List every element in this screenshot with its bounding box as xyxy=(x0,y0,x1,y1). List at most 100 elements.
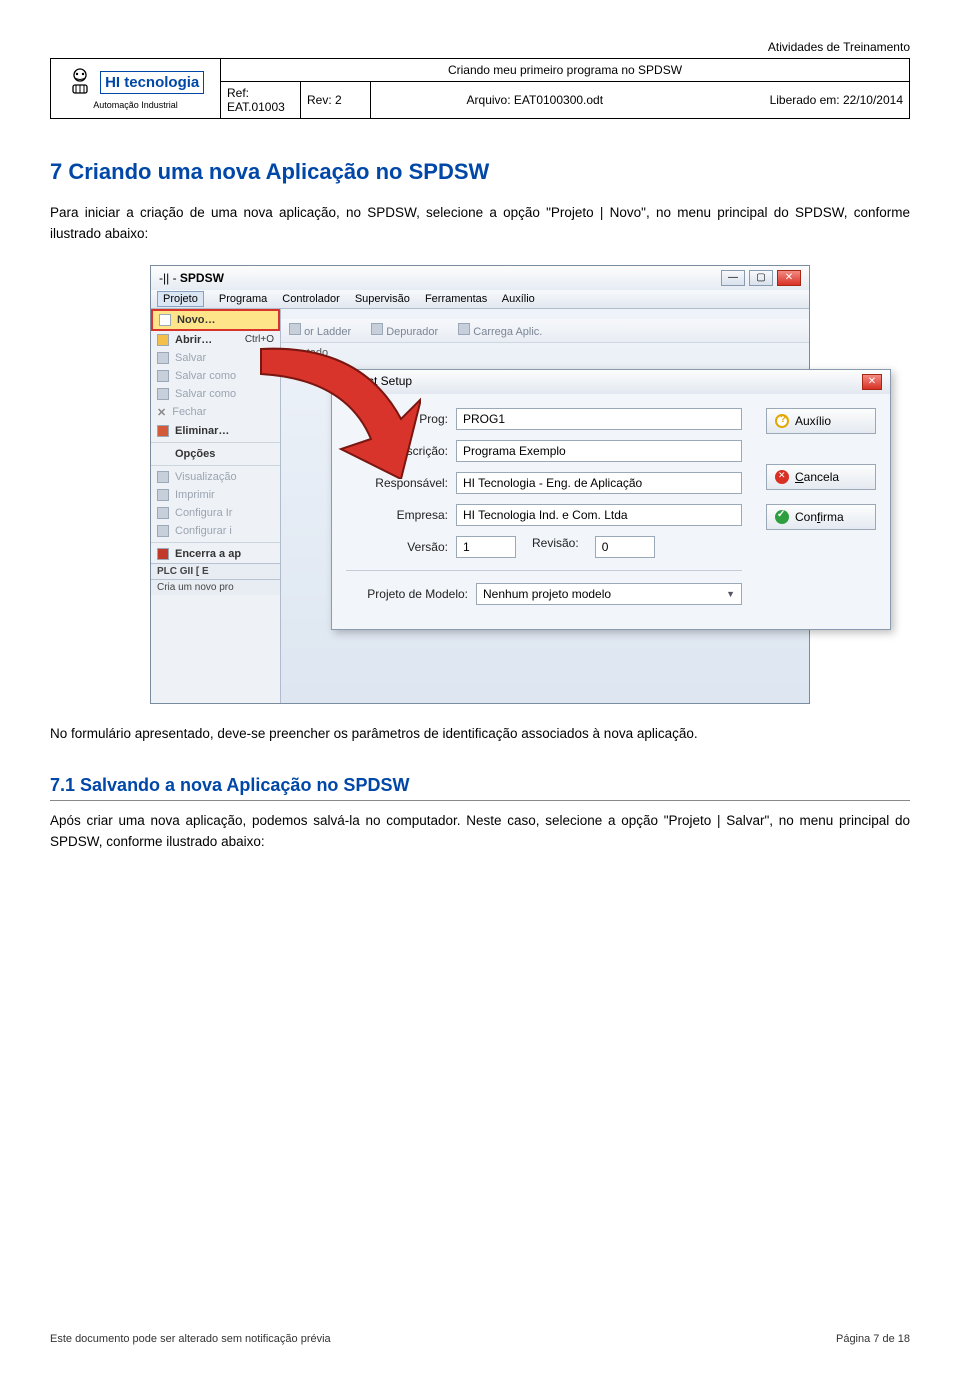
label-versao: Versão: xyxy=(346,540,456,554)
toolbar-item-ladder[interactable]: or Ladder xyxy=(289,323,351,338)
ladder-icon xyxy=(289,323,301,335)
logo-box: HI tecnologia xyxy=(100,71,204,94)
label-empresa: Empresa: xyxy=(346,508,456,522)
logo-text-main: HI tecnologia xyxy=(105,74,199,91)
menu-item-configura-ir-label: Configura Ir xyxy=(175,507,232,519)
gear-icon xyxy=(157,507,169,519)
input-empresa[interactable] xyxy=(456,504,742,526)
menu-item-configurar-i: Configurar i xyxy=(151,522,280,540)
spdsw-window: -|| - SPDSW — ▢ ✕ Projeto Programa Contr… xyxy=(150,265,810,704)
input-versao[interactable] xyxy=(456,536,516,558)
red-arrow-icon xyxy=(251,339,421,482)
menu-supervisao[interactable]: Supervisão xyxy=(355,293,410,305)
intro-paragraph: Para iniciar a criação de uma nova aplic… xyxy=(50,203,910,245)
dialog-separator xyxy=(346,570,742,571)
close-icon: ✕ xyxy=(157,406,166,419)
menu-item-configurar-i-label: Configurar i xyxy=(175,525,232,537)
window-controls: — ▢ ✕ xyxy=(721,270,801,286)
menu-auxilio[interactable]: Auxílio xyxy=(502,293,535,305)
label-revisao: Revisão: xyxy=(526,536,585,558)
ok-icon xyxy=(775,510,789,524)
menu-ferramentas[interactable]: Ferramentas xyxy=(425,293,487,305)
menu-programa[interactable]: Programa xyxy=(219,293,267,305)
header-top-right: Atividades de Treinamento xyxy=(50,40,910,54)
logo-cell: HI tecnologia Automação Industrial xyxy=(51,59,221,119)
dialog-auxilio-label: Auxílio xyxy=(795,414,831,428)
help-icon xyxy=(775,414,789,428)
toolbar-item-depurador-label: Depurador xyxy=(386,326,438,338)
logo-text-sub: Automação Industrial xyxy=(57,100,214,110)
dialog-confirma-button[interactable]: Confirma xyxy=(766,504,876,530)
maximize-button[interactable]: ▢ xyxy=(749,270,773,286)
plc-info-line: PLC GII [ E xyxy=(151,563,280,579)
menu-item-visualizacao-label: Visualização xyxy=(175,471,237,483)
label-projeto-modelo: Projeto de Modelo: xyxy=(346,587,476,601)
footer-left: Este documento pode ser alterado sem not… xyxy=(50,1333,331,1345)
menu-separator-3 xyxy=(151,542,280,543)
print-icon xyxy=(157,489,169,501)
menu-controlador[interactable]: Controlador xyxy=(282,293,339,305)
cancel-icon xyxy=(775,470,789,484)
preview-icon xyxy=(157,471,169,483)
chevron-down-icon: ▼ xyxy=(726,589,735,599)
after-image-paragraph: No formulário apresentado, deve-se preen… xyxy=(50,724,910,745)
window-title: SPDSW xyxy=(180,271,224,285)
menu-item-encerra-label: Encerra a ap xyxy=(175,548,241,560)
window-titlebar: -|| - SPDSW — ▢ ✕ xyxy=(151,266,809,290)
menu-item-fechar-label: Fechar xyxy=(172,406,206,418)
company-mark-icon xyxy=(67,67,93,100)
dialog-close-button[interactable]: ✕ xyxy=(862,374,882,390)
menu-item-encerra[interactable]: Encerra a ap xyxy=(151,545,280,563)
menu-item-imprimir: Imprimir xyxy=(151,486,280,504)
footer-right: Página 7 de 18 xyxy=(836,1333,910,1345)
input-revisao[interactable] xyxy=(595,536,655,558)
exit-icon xyxy=(157,548,169,560)
toolbar-item-carrega[interactable]: Carrega Aplic. xyxy=(458,323,542,338)
menu-item-salvar-como-label: Salvar como xyxy=(175,370,236,382)
menu-item-salvar-como2-label: Salvar como xyxy=(175,388,236,400)
menu-projeto[interactable]: Projeto xyxy=(157,291,204,307)
debug-icon xyxy=(371,323,383,335)
combo-projeto-modelo[interactable]: Nenhum projeto modelo ▼ xyxy=(476,583,742,605)
minimize-button[interactable]: — xyxy=(721,270,745,286)
save-as-icon xyxy=(157,370,169,382)
dialog-auxilio-button[interactable]: Auxílio xyxy=(766,408,876,434)
header-table: HI tecnologia Automação Industrial Crian… xyxy=(50,58,910,119)
dialog-cancela-button[interactable]: Cancela xyxy=(766,464,876,490)
open-folder-icon xyxy=(157,334,169,346)
menu-item-salvar-label: Salvar xyxy=(175,352,206,364)
combo-projeto-modelo-value: Nenhum projeto modelo xyxy=(483,587,611,601)
toolbar-item-ladder-label: or Ladder xyxy=(304,326,351,338)
spdsw-right-panel: or Ladder Depurador Carrega Aplic. necta… xyxy=(281,309,809,703)
section-heading: 7 Criando uma nova Aplicação no SPDSW xyxy=(50,159,910,185)
menu-item-novo[interactable]: Novo… xyxy=(151,309,280,331)
menu-item-opcoes-label: Opções xyxy=(175,448,215,460)
status-bar-text: Cria um novo pro xyxy=(151,579,280,595)
dialog-cancela-label: Cancela xyxy=(795,470,839,484)
subsection-heading: 7.1 Salvando a nova Aplicação no SPDSW xyxy=(50,775,910,801)
released-label: Liberado em: 22/10/2014 xyxy=(770,93,903,107)
save-as-icon-2 xyxy=(157,388,169,400)
toolbar-item-carrega-label: Carrega Aplic. xyxy=(473,326,542,338)
toolbar-item-depurador[interactable]: Depurador xyxy=(371,323,438,338)
dialog-confirma-label: Confirma xyxy=(795,510,844,524)
page-footer: Este documento pode ser alterado sem not… xyxy=(50,1333,910,1345)
screenshot-figure: -|| - SPDSW — ▢ ✕ Projeto Programa Contr… xyxy=(150,265,810,704)
subsection-paragraph: Após criar uma nova aplicação, podemos s… xyxy=(50,811,910,853)
menu-item-novo-label: Novo… xyxy=(177,314,216,326)
main-menu-bar: Projeto Programa Controlador Supervisão … xyxy=(151,290,809,309)
file-label: Arquivo: EAT0100300.odt Liberado em: 22/… xyxy=(371,82,910,119)
input-nome-prog[interactable] xyxy=(456,408,742,430)
close-button[interactable]: ✕ xyxy=(777,270,801,286)
menu-item-eliminar-label: Eliminar… xyxy=(175,425,229,437)
menu-item-imprimir-label: Imprimir xyxy=(175,489,215,501)
new-file-icon xyxy=(159,314,171,326)
gear-icon-2 xyxy=(157,525,169,537)
input-responsavel[interactable] xyxy=(456,472,742,494)
input-descricao[interactable] xyxy=(456,440,742,462)
menu-item-configura-ir: Configura Ir xyxy=(151,504,280,522)
doc-title: Criando meu primeiro programa no SPDSW xyxy=(221,59,910,82)
delete-icon xyxy=(157,425,169,437)
window-title-prefix: -|| - xyxy=(159,271,177,285)
save-icon xyxy=(157,352,169,364)
